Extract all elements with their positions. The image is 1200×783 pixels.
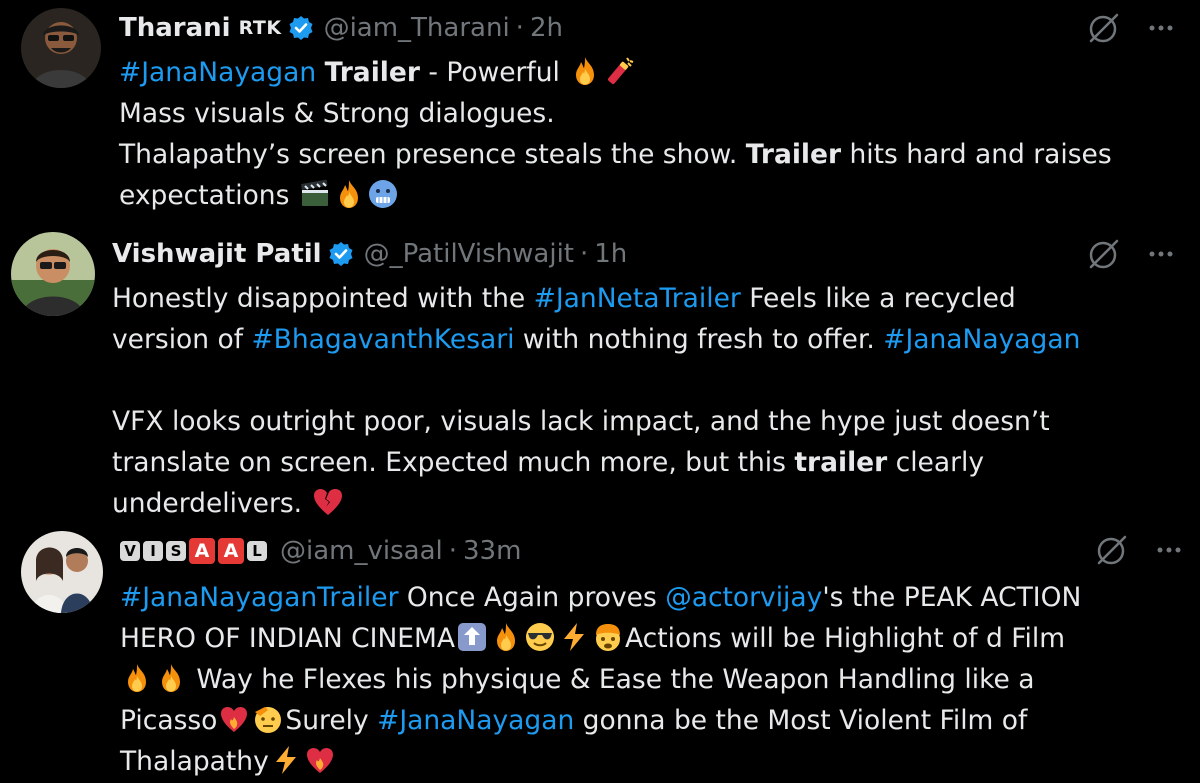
text-span: gonna be the Most Violent Film of [574, 705, 1028, 736]
bold-text: trailer [794, 447, 888, 478]
text-span: version of [112, 324, 252, 355]
text-span: clearly [887, 447, 985, 478]
text-span: 's the PEAK ACTION [822, 582, 1082, 613]
cold-face-emoji-icon [367, 178, 399, 210]
text-span: Thalapathy [120, 746, 269, 777]
heart-on-fire-emoji-icon [304, 744, 336, 776]
timestamp[interactable]: 33m [463, 536, 521, 566]
text-span: Thalapathy’s screen presence steals the … [119, 139, 746, 170]
more-options-icon[interactable] [1151, 532, 1187, 568]
hashtag-link[interactable]: #JanNetaTrailer [534, 283, 741, 314]
separator-dot: · [448, 536, 457, 566]
fire-emoji-icon [569, 55, 601, 87]
text-span: expectations [119, 180, 298, 211]
fire-emoji-icon [121, 662, 153, 694]
grok-icon[interactable] [1094, 532, 1130, 568]
tweet[interactable]: Tharani RTK @iam_Tharani · 2h #JanaNayag… [0, 0, 1200, 222]
timestamp[interactable]: 2h [530, 13, 563, 43]
fire-emoji-icon [490, 621, 522, 653]
text-span: hits hard and raises [841, 139, 1112, 170]
zap-emoji-icon [558, 621, 590, 653]
zap-emoji-icon [270, 744, 302, 776]
name-letter: V [120, 541, 140, 561]
name-letter: S [166, 541, 186, 561]
tweet[interactable]: V I S A A L @iam_visaal · 33m #JanaNayag… [0, 528, 1200, 783]
tweet-text: Honestly disappointed with the #JanNetaT… [112, 278, 1080, 524]
text-span: HERO OF INDIAN CINEMA [120, 623, 456, 654]
text-span: Feels like a recycled [740, 283, 1016, 314]
display-name[interactable]: Tharani [119, 13, 231, 43]
paragraph-break [112, 360, 1080, 401]
clapper-board-emoji-icon [299, 178, 331, 210]
handle[interactable]: @iam_visaal [280, 536, 443, 566]
fire-emoji-icon [333, 178, 365, 210]
more-options-icon[interactable] [1143, 236, 1179, 272]
avatar[interactable] [11, 232, 95, 316]
bold-text: Trailer [745, 139, 842, 170]
tweet-text: #JanaNayagan Trailer - Powerful Mass vis… [119, 52, 1112, 216]
name-letter: I [143, 541, 163, 561]
saluting-face-emoji-icon [252, 703, 284, 735]
text-span: Surely [285, 705, 378, 736]
text-span: Actions will be Highlight of d Film [625, 623, 1066, 654]
handle[interactable]: @_PatilVishwajit [364, 239, 574, 269]
exploding-head-emoji-icon [592, 621, 624, 653]
more-options-icon[interactable] [1143, 10, 1179, 46]
avatar[interactable] [21, 531, 103, 613]
sunglasses-emoji-icon [524, 621, 556, 653]
separator-dot: · [515, 13, 524, 43]
avatar[interactable] [21, 8, 101, 88]
text-span: Once Again proves [398, 582, 666, 613]
timestamp[interactable]: 1h [594, 239, 627, 269]
text-span: Mass visuals & Strong dialogues. [119, 98, 555, 129]
tweet[interactable]: Vishwajit Patil @_PatilVishwajit · 1h Ho… [0, 222, 1200, 528]
fire-emoji-icon [155, 662, 187, 694]
text-span: Way he Flexes his physique & Ease the We… [188, 664, 1035, 695]
text-span: - Powerful [419, 57, 569, 88]
hashtag-link[interactable]: #JanaNayagan [119, 57, 316, 88]
verified-badge-icon [328, 241, 354, 267]
text-span: VFX looks outright poor, visuals lack im… [112, 406, 1050, 437]
name-letter: A [218, 538, 244, 564]
broken-heart-emoji-icon [312, 486, 344, 518]
grok-icon[interactable] [1086, 10, 1122, 46]
bold-text: Trailer [324, 57, 420, 88]
heart-on-fire-emoji-icon [218, 703, 250, 735]
text-span: Honestly disappointed with the [112, 283, 534, 314]
firecracker-emoji-icon [603, 55, 635, 87]
separator-dot: · [579, 239, 589, 269]
text-span: underdelivers. [112, 488, 311, 519]
text-span: with nothing fresh to offer. [514, 324, 884, 355]
display-name[interactable]: Vishwajit Patil [112, 239, 322, 269]
handle[interactable]: @iam_Tharani [324, 13, 510, 43]
styled-name-letters[interactable]: V I S A A L [120, 538, 270, 564]
hashtag-link[interactable]: #JanaNayaganTrailer [120, 582, 398, 613]
name-letter: L [247, 541, 267, 561]
hashtag-link[interactable]: #JanaNayagan [377, 705, 574, 736]
name-letter: A [189, 538, 215, 564]
hashtag-link[interactable]: #JanaNayagan [883, 324, 1080, 355]
tweet-text: #JanaNayaganTrailer Once Again proves @a… [120, 577, 1081, 782]
text-span: translate on screen. Expected much more,… [112, 447, 795, 478]
mention-link[interactable]: @actorvijay [665, 582, 822, 613]
grok-icon[interactable] [1086, 236, 1122, 272]
text-span: Picasso [120, 705, 218, 736]
verified-badge-icon [288, 15, 314, 41]
up-arrow-emoji-icon [456, 621, 488, 653]
hashtag-link[interactable]: #BhagavanthKesari [251, 324, 514, 355]
name-badge: RTK [238, 17, 282, 39]
